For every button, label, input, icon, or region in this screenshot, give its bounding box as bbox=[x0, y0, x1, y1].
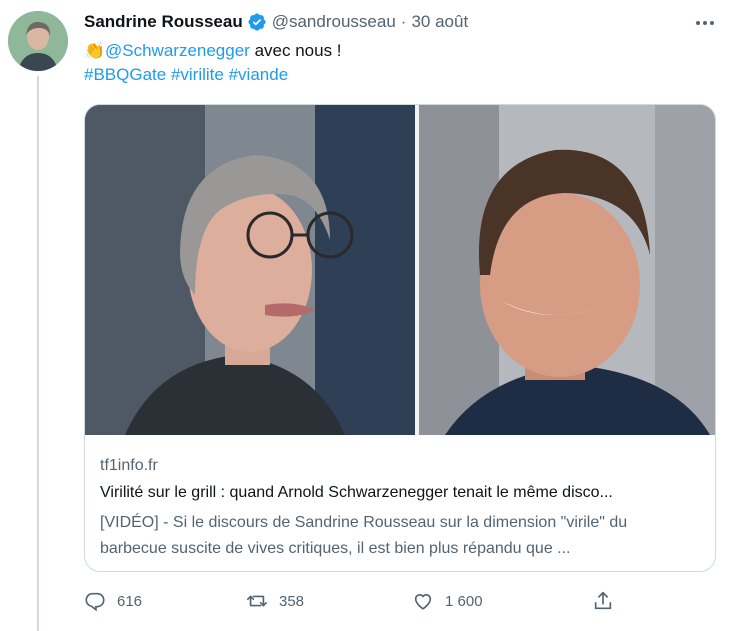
like-count: 1 600 bbox=[445, 592, 483, 610]
clapping-hands-emoji: 👏 bbox=[84, 41, 106, 60]
card-meta: tf1info.fr Virilité sur le grill : quand… bbox=[100, 455, 700, 562]
retweet-button[interactable]: 358 bbox=[246, 586, 304, 616]
card-domain: tf1info.fr bbox=[100, 457, 158, 474]
retweet-count: 358 bbox=[279, 592, 305, 610]
card-description: [VIDÉO] - Si le discours de Sandrine Rou… bbox=[100, 514, 628, 557]
card-title[interactable]: Virilité sur le grill : quand Arnold Sch… bbox=[100, 482, 698, 504]
tweet-hashtags: #BBQGate #virilite #viande bbox=[84, 63, 704, 87]
mention-link[interactable]: @Schwarzenegger bbox=[105, 41, 250, 60]
retweet-icon bbox=[247, 595, 267, 607]
tweet-date[interactable]: 30 août bbox=[411, 12, 468, 32]
reply-count: 616 bbox=[117, 592, 143, 610]
reply-button[interactable]: 616 bbox=[84, 586, 142, 616]
hashtag-viande[interactable]: #viande bbox=[229, 65, 289, 84]
link-card[interactable]: tf1info.fr Virilité sur le grill : quand… bbox=[84, 104, 716, 572]
tweet-actions: 616 358 1 600 bbox=[84, 586, 716, 616]
hashtag-bbqgate[interactable]: #BBQGate bbox=[84, 65, 166, 84]
tweet-text: 👏@Schwarzenegger avec nous ! #BBQGate #v… bbox=[84, 39, 704, 87]
avatar[interactable] bbox=[8, 11, 68, 71]
separator-dot: · bbox=[400, 12, 407, 31]
author-handle[interactable]: @sandrousseau bbox=[272, 12, 396, 32]
like-button[interactable]: 1 600 bbox=[412, 586, 483, 616]
like-icon bbox=[414, 594, 432, 610]
tweet-body: avec nous ! bbox=[249, 41, 342, 60]
verified-badge-icon bbox=[247, 12, 267, 32]
tweet-header: Sandrine Rousseau @sandrousseau · 30 aoû… bbox=[84, 11, 468, 33]
more-options-icon[interactable] bbox=[694, 12, 716, 34]
share-icon bbox=[594, 591, 612, 610]
tweet-line-1: 👏@Schwarzenegger avec nous ! bbox=[84, 39, 704, 63]
card-image[interactable] bbox=[85, 105, 715, 435]
hashtag-virilite[interactable]: #virilite bbox=[171, 65, 224, 84]
thread-line bbox=[37, 76, 39, 631]
share-button[interactable] bbox=[592, 586, 614, 616]
author-name[interactable]: Sandrine Rousseau bbox=[84, 12, 243, 32]
reply-icon bbox=[85, 592, 105, 612]
